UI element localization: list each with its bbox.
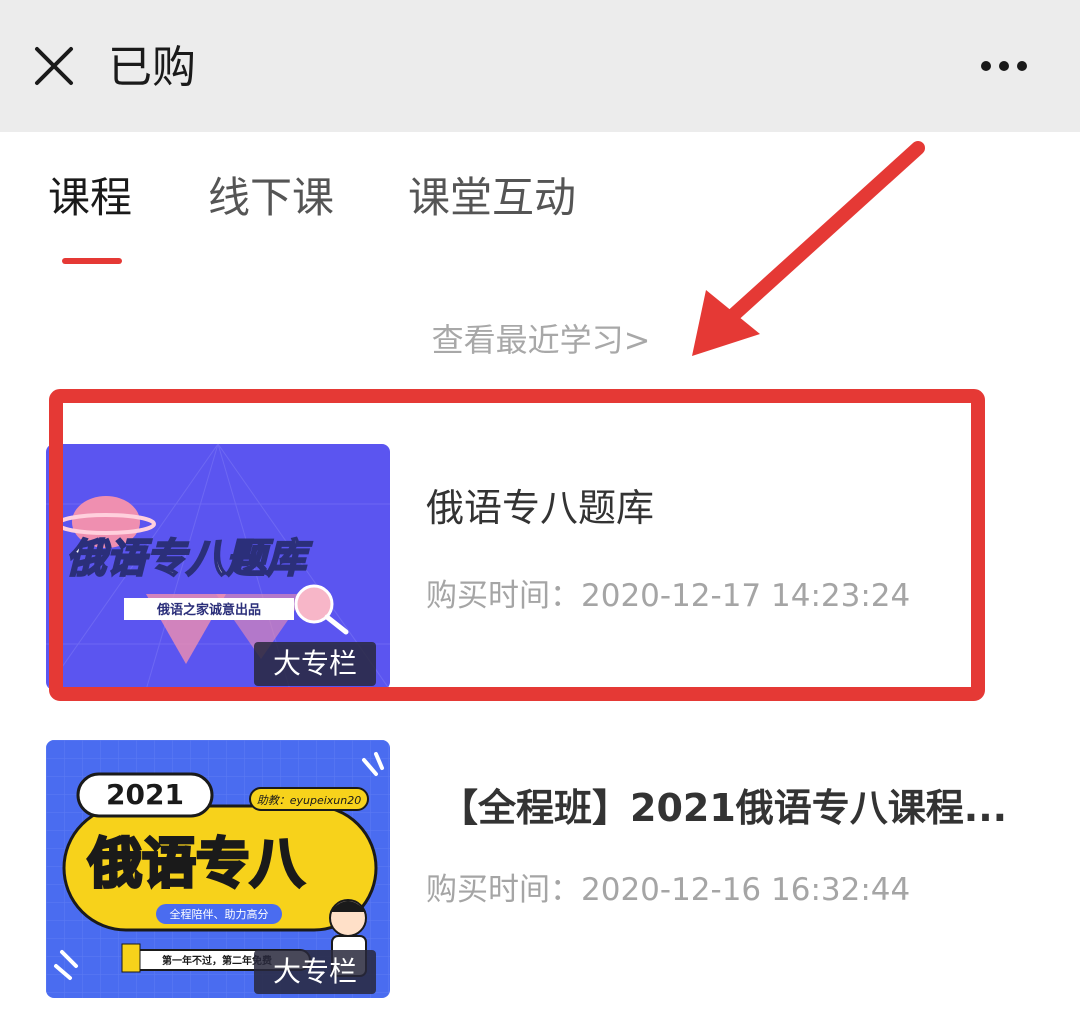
tab-offline-courses[interactable]: 线下课	[208, 168, 334, 228]
tab-bar: 课程 线下课 课堂互动	[0, 160, 1080, 270]
page-title: 已购	[108, 42, 196, 93]
course-thumbnail: 俄语专八题库 俄语之家诚意出品 大专栏	[46, 444, 390, 690]
course-item[interactable]: 2021 助教：eyupeixun20 俄语专八 全程陪伴、助力高分 第一年不过…	[0, 738, 1080, 998]
course-title: 【全程班】2021俄语专八课程...	[440, 786, 1008, 830]
tab-classroom-interaction[interactable]: 课堂互动	[408, 168, 576, 228]
thumbnail-handle: 助教：eyupeixun20	[257, 794, 362, 807]
thumbnail-headline: 俄语专八	[87, 832, 305, 895]
purchase-time: 购买时间：2020-12-17 14:23:24	[426, 578, 911, 614]
course-title: 俄语专八题库	[426, 486, 655, 530]
thumbnail-tagline: 全程陪伴、助力高分	[170, 907, 269, 921]
title-bar: 已购	[0, 0, 1080, 132]
column-badge: 大专栏	[254, 642, 376, 686]
close-icon	[35, 47, 73, 85]
close-button[interactable]	[24, 36, 84, 96]
thumbnail-headline: 俄语专八题库	[66, 536, 313, 582]
course-thumbnail: 2021 助教：eyupeixun20 俄语专八 全程陪伴、助力高分 第一年不过…	[46, 740, 390, 998]
more-horizontal-icon	[981, 61, 1027, 71]
thumbnail-year: 2021	[106, 778, 184, 811]
purchase-time: 购买时间：2020-12-16 16:32:44	[426, 872, 911, 908]
more-button[interactable]	[968, 40, 1040, 92]
thumbnail-tagline: 俄语之家诚意出品	[156, 602, 261, 618]
recent-study-link[interactable]: 查看最近学习>	[0, 318, 1080, 362]
tab-courses[interactable]: 课程	[48, 168, 132, 228]
column-badge: 大专栏	[254, 950, 376, 994]
recent-study-link-label: 查看最近学习>	[431, 321, 651, 359]
active-tab-indicator	[62, 258, 122, 264]
course-item[interactable]: 俄语专八题库 俄语之家诚意出品 大专栏 俄语专八题库 购买时间：2020-12-…	[0, 440, 1080, 700]
